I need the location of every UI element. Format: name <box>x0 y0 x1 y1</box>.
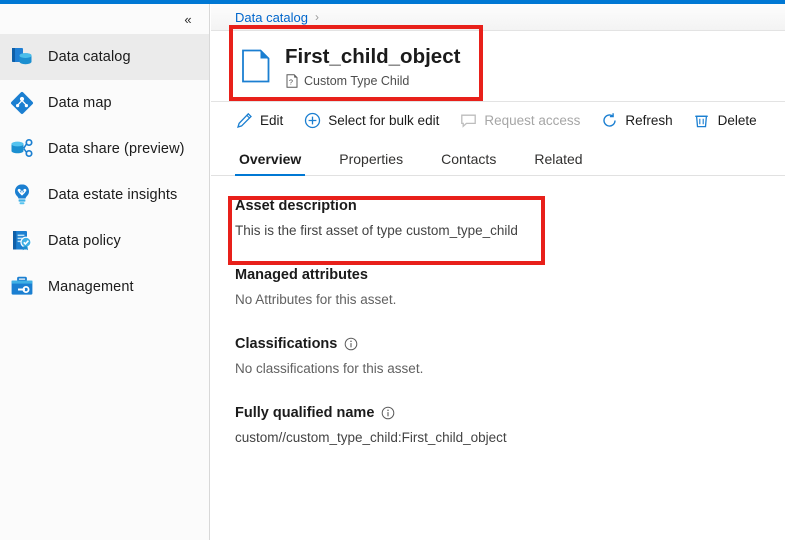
sidebar-item-label: Data policy <box>48 233 121 249</box>
sidebar-item-data-policy[interactable]: Data policy <box>0 218 209 264</box>
breadcrumb-separator-icon: › <box>315 10 319 24</box>
main-content-panel: Data catalog › First_child_object <box>211 4 785 540</box>
fully-qualified-name-heading: Fully qualified name <box>235 405 761 421</box>
delete-button[interactable]: Delete <box>693 105 757 135</box>
info-icon[interactable] <box>381 406 395 420</box>
sidebar-item-label: Data map <box>48 95 112 111</box>
comment-icon <box>459 111 477 129</box>
classifications-section: Classifications No classifications for t… <box>235 336 761 378</box>
data-policy-icon <box>8 227 36 255</box>
asset-header: First_child_object ? Custom Type Child <box>211 31 785 101</box>
svg-text:?: ? <box>289 79 293 86</box>
sidebar-item-data-share[interactable]: Data share (preview) <box>0 126 209 172</box>
managed-attributes-section: Managed attributes No Attributes for thi… <box>235 267 761 309</box>
sidebar-item-data-estate-insights[interactable]: Data estate insights <box>0 172 209 218</box>
asset-description-heading-label: Asset description <box>235 198 357 214</box>
document-icon <box>239 49 273 83</box>
sidebar-item-label: Data share (preview) <box>48 141 185 157</box>
fully-qualified-name-heading-label: Fully qualified name <box>235 405 374 421</box>
detail-tabs: Overview Properties Contacts Related <box>211 138 785 176</box>
app-root: « Data catalog <box>0 0 785 540</box>
unknown-type-icon: ? <box>285 73 298 88</box>
data-estate-insights-icon <box>8 181 36 209</box>
edit-button[interactable]: Edit <box>235 105 283 135</box>
data-share-icon <box>8 135 36 163</box>
sidebar-item-label: Data catalog <box>48 49 131 65</box>
tab-properties[interactable]: Properties <box>335 151 407 175</box>
request-access-button: Request access <box>459 105 580 135</box>
asset-type-row: ? Custom Type Child <box>285 73 460 88</box>
refresh-button[interactable]: Refresh <box>600 105 672 135</box>
tab-overview[interactable]: Overview <box>235 151 305 175</box>
edit-button-label: Edit <box>260 113 283 128</box>
tab-related[interactable]: Related <box>530 151 586 175</box>
management-icon <box>8 273 36 301</box>
overview-content: Asset description This is the first asse… <box>211 176 785 447</box>
sidebar-item-label: Data estate insights <box>48 187 177 203</box>
pencil-icon <box>235 111 253 129</box>
tab-related-label: Related <box>534 151 582 167</box>
fully-qualified-name-value: custom//custom_type_child:First_child_ob… <box>235 429 761 447</box>
request-access-label: Request access <box>484 113 580 128</box>
asset-title-block: First_child_object ? Custom Type Child <box>285 44 460 88</box>
tab-contacts-label: Contacts <box>441 151 496 167</box>
classifications-heading-label: Classifications <box>235 336 337 352</box>
data-map-icon <box>8 89 36 117</box>
classifications-heading: Classifications <box>235 336 761 352</box>
asset-description-section: Asset description This is the first asse… <box>235 198 761 240</box>
tab-contacts[interactable]: Contacts <box>437 151 500 175</box>
asset-description-value: This is the first asset of type custom_t… <box>235 222 761 240</box>
asset-description-heading: Asset description <box>235 198 761 214</box>
page-title: First_child_object <box>285 44 460 70</box>
refresh-button-label: Refresh <box>625 113 672 128</box>
refresh-icon <box>600 111 618 129</box>
sidebar-item-data-map[interactable]: Data map <box>0 80 209 126</box>
collapse-sidebar-icon[interactable]: « <box>177 8 199 30</box>
info-icon[interactable] <box>344 337 358 351</box>
action-toolbar: Edit Select for bulk edit Request a <box>211 102 785 138</box>
delete-button-label: Delete <box>718 113 757 128</box>
managed-attributes-heading-label: Managed attributes <box>235 267 368 283</box>
sidebar-item-label: Management <box>48 279 134 295</box>
asset-type-label: Custom Type Child <box>304 74 409 88</box>
managed-attributes-heading: Managed attributes <box>235 267 761 283</box>
breadcrumb-link-data-catalog[interactable]: Data catalog <box>235 10 308 25</box>
plus-circle-icon <box>303 111 321 129</box>
trash-icon <box>693 111 711 129</box>
left-navigation-sidebar: « Data catalog <box>0 4 210 540</box>
select-for-bulk-edit-label: Select for bulk edit <box>328 113 439 128</box>
sidebar-item-data-catalog[interactable]: Data catalog <box>0 34 209 80</box>
data-catalog-icon <box>8 43 36 71</box>
breadcrumb: Data catalog › <box>211 4 785 30</box>
sidebar-nav-list: Data catalog Data map <box>0 34 209 310</box>
select-for-bulk-edit-button[interactable]: Select for bulk edit <box>303 105 439 135</box>
managed-attributes-value: No Attributes for this asset. <box>235 291 761 309</box>
tab-properties-label: Properties <box>339 151 403 167</box>
sidebar-item-management[interactable]: Management <box>0 264 209 310</box>
fully-qualified-name-section: Fully qualified name custom//custom_type… <box>235 405 761 447</box>
tab-overview-label: Overview <box>239 151 301 167</box>
classifications-value: No classifications for this asset. <box>235 360 761 378</box>
sidebar-collapse-row: « <box>0 4 209 34</box>
